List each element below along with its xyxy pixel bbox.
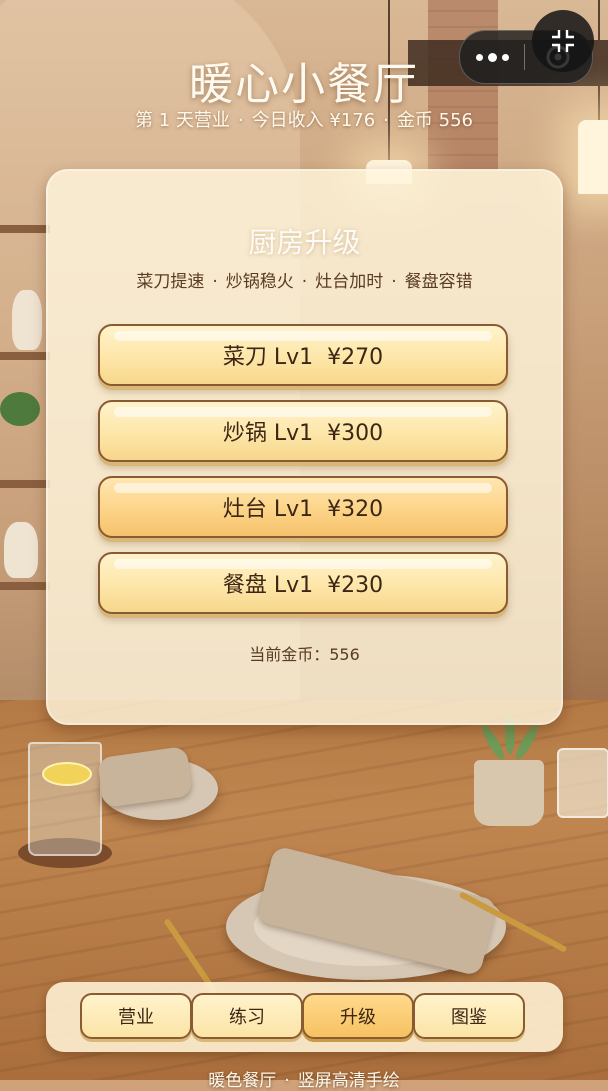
water-glass [28,742,102,856]
daily-income: 今日收入 ¥176 [251,110,376,131]
vase [12,290,42,350]
upgrade-label: 菜刀 Lv1 ¥270 [222,345,384,370]
footer-left: 暖色餐厅 [208,1071,277,1091]
tab-label: 练习 [229,1007,265,1028]
tab-business[interactable]: 营业 [80,993,192,1039]
shelf-plant [0,392,40,426]
restaurant-title: 暖心小餐厅 [189,59,419,110]
candle-holder [557,748,608,818]
day-counter: 第 1 天营业 [135,110,230,131]
status-line: 第 1 天营业 · 今日收入 ¥176 · 金币 556 [0,106,608,132]
upgrade-stove-button[interactable]: 灶台 Lv1 ¥320 [98,476,508,538]
wall-shelf [0,225,50,233]
kitchen-upgrade-panel: 厨房升级 菜刀提速 · 炒锅稳火 · 灶台加时 · 餐盘容错 菜刀 Lv1 ¥270 炒锅 … [46,169,563,725]
tab-collection[interactable]: 图鉴 [413,993,525,1039]
upgrade-label: 炒锅 Lv1 ¥300 [222,421,384,446]
separator-dot: · [383,110,389,131]
tab-label: 图鉴 [451,1007,487,1028]
separator-dot: · [284,1071,290,1091]
wall-shelf [0,352,50,360]
summary-item: 炒锅稳火 [225,272,294,292]
lemon-slice [42,762,92,786]
upgrade-label: 灶台 Lv1 ¥320 [222,497,384,522]
bottom-nav: 营业 练习 升级 图鉴 [46,982,563,1052]
wall-shelf [0,480,50,488]
current-coins: 当前金币：556 [249,645,360,664]
upgrade-plate-button[interactable]: 餐盘 Lv1 ¥230 [98,552,508,614]
upgrade-summary: 菜刀提速 · 炒锅稳火 · 灶台加时 · 餐盘容错 [46,267,563,292]
upgrade-wok-button[interactable]: 炒锅 Lv1 ¥300 [98,400,508,462]
plant-pot [474,760,544,826]
separator-dot: · [212,272,218,292]
coin-balance: 金币 556 [396,110,473,131]
tab-upgrade[interactable]: 升级 [302,993,414,1039]
separator-dot: · [301,272,308,292]
tab-practice[interactable]: 练习 [191,993,303,1039]
separator-dot: · [391,272,397,292]
separator-dot: · [237,110,244,131]
upgrade-label: 餐盘 Lv1 ¥230 [222,573,384,598]
footer-tagline: 暖色餐厅 · 竖屏高清手绘 [0,1066,608,1091]
tab-label: 升级 [340,1007,376,1028]
summary-item: 菜刀提速 [136,272,205,292]
panel-title: 厨房升级 [248,226,361,259]
summary-item: 灶台加时 [315,272,384,292]
vase [4,522,38,578]
footer-right: 竖屏高清手绘 [297,1071,400,1091]
wall-shelf [0,582,50,590]
summary-item: 餐盘容错 [404,272,473,292]
upgrade-knife-button[interactable]: 菜刀 Lv1 ¥270 [98,324,508,386]
tab-label: 营业 [118,1007,154,1028]
